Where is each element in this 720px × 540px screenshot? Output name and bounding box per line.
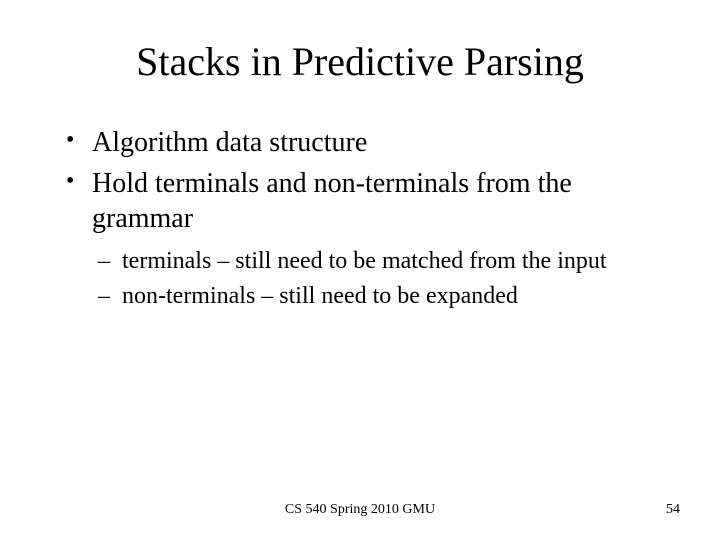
slide-number: 54 xyxy=(666,502,680,518)
bullet-text: Algorithm data structure xyxy=(92,127,367,158)
slide-title: Stacks in Predictive Parsing xyxy=(60,38,660,85)
bullet-text: non-terminals – still need to be expande… xyxy=(122,283,518,309)
list-item: Hold terminals and non-terminals from th… xyxy=(88,166,660,312)
list-item: non-terminals – still need to be expande… xyxy=(118,281,660,312)
slide: Stacks in Predictive Parsing Algorithm d… xyxy=(0,0,720,540)
bullet-text: terminals – still need to be matched fro… xyxy=(122,248,607,274)
bullet-text: Hold terminals and non-terminals from th… xyxy=(92,168,572,234)
list-item: terminals – still need to be matched fro… xyxy=(118,246,660,277)
list-item: Algorithm data structure xyxy=(88,125,660,160)
bullet-list-level-1: Algorithm data structure Hold terminals … xyxy=(60,125,660,312)
bullet-list-level-2: terminals – still need to be matched fro… xyxy=(92,246,660,312)
footer-center: CS 540 Spring 2010 GMU xyxy=(0,502,720,518)
